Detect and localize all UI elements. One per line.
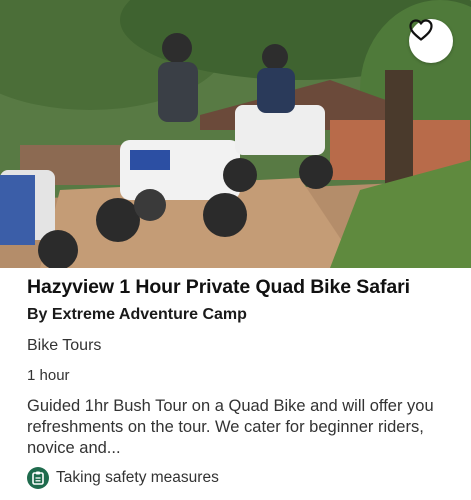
listing-title[interactable]: Hazyview 1 Hour Private Quad Bike Safari — [27, 276, 457, 299]
favorite-button[interactable] — [409, 19, 453, 63]
heart-outline-icon — [409, 19, 433, 41]
category-label: Bike Tours — [27, 337, 102, 354]
duration-label: 1 hour — [27, 367, 70, 384]
safety-badge: Taking safety measures — [27, 466, 219, 490]
quad-bike-photo-illustration — [0, 0, 471, 268]
safety-label: Taking safety measures — [56, 469, 219, 486]
listing-description: Guided 1hr Bush Tour on a Quad Bike and … — [27, 397, 434, 457]
operator-name[interactable]: By Extreme Adventure Camp — [27, 306, 457, 324]
safety-clipboard-icon — [27, 467, 49, 489]
listing-photo[interactable] — [0, 0, 471, 268]
listing-card[interactable]: Hazyview 1 Hour Private Quad Bike Safari… — [0, 0, 471, 500]
